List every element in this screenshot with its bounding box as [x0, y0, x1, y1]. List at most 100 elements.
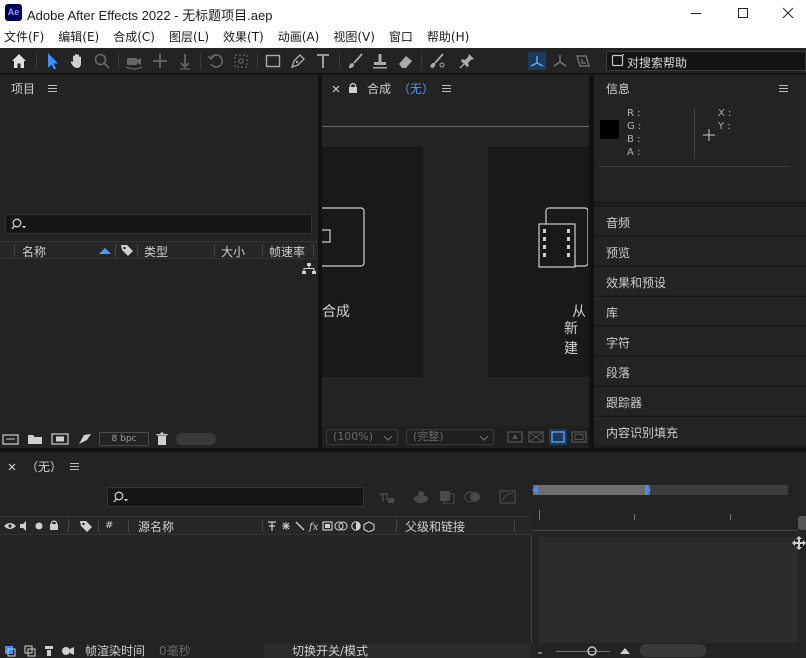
eraser-tool[interactable]: [395, 51, 415, 71]
audio-panel-tab[interactable]: 音频: [594, 206, 806, 235]
tracker-panel-tab[interactable]: 跟踪器: [594, 386, 806, 415]
composition-menu-icon[interactable]: [442, 85, 451, 93]
panel-divider[interactable]: [318, 75, 322, 448]
puppet-pin-tool[interactable]: [457, 51, 477, 71]
menu-file[interactable]: 文件(F): [4, 26, 44, 48]
column-frame-rate[interactable]: 帧速率: [269, 243, 305, 260]
paragraph-panel-tab[interactable]: 段落: [594, 356, 806, 385]
timeline-horizontal-scrollbar[interactable]: [640, 644, 706, 657]
tab-underline: [322, 126, 589, 127]
rotation-tool[interactable]: [206, 51, 226, 71]
minimize-button[interactable]: [674, 0, 718, 26]
info-separator: [598, 166, 790, 167]
chevron-down-icon: [479, 435, 489, 441]
column-layer-number[interactable]: #: [105, 520, 113, 531]
character-panel-tab[interactable]: 字符: [594, 326, 806, 355]
search-help-label: 对搜索帮助: [627, 56, 688, 70]
effects-presets-panel-tab[interactable]: 效果和预设: [594, 266, 806, 295]
composition-tab-title[interactable]: 合成: [367, 80, 391, 97]
timeline-scrollbar-handle[interactable]: [798, 516, 806, 530]
selection-tool[interactable]: [42, 51, 62, 71]
pen-tool[interactable]: [288, 51, 308, 71]
magnification-dropdown[interactable]: (100%): [326, 429, 398, 445]
timeline-graph-area[interactable]: [539, 537, 798, 643]
world-axis-mode[interactable]: [550, 51, 570, 71]
project-menu-icon[interactable]: [48, 85, 57, 93]
project-search-input[interactable]: [5, 214, 312, 234]
toggle-switches-modes-button[interactable]: 切换开关/模式: [264, 643, 530, 658]
column-source-name[interactable]: 源名称: [138, 518, 174, 535]
type-tool[interactable]: [313, 51, 333, 71]
comp-mini-flowchart-icon: [379, 493, 394, 503]
dolly-camera-tool[interactable]: [175, 51, 195, 71]
column-size[interactable]: 大小: [221, 243, 245, 260]
menu-effect[interactable]: 效果(T): [223, 26, 264, 48]
timeline-footer: 帧渲染时间 0毫秒 切换开关/模式: [0, 643, 806, 658]
hand-tool[interactable]: [67, 51, 87, 71]
eye-visibility-icon: [4, 523, 16, 529]
info-y-label: Y :: [718, 121, 731, 132]
pan-camera-tool[interactable]: [150, 51, 170, 71]
rectangle-tool[interactable]: [263, 51, 283, 71]
roto-brush-tool[interactable]: [427, 51, 447, 71]
timeline-zoom-slider[interactable]: [556, 651, 610, 652]
timeline-menu-icon[interactable]: [70, 463, 79, 471]
column-separator: [137, 244, 138, 257]
trash-icon: [156, 432, 168, 445]
orbit-camera-tool[interactable]: [124, 51, 144, 71]
footage-film-icon: [538, 207, 588, 268]
menu-help[interactable]: 帮助(H): [427, 26, 469, 48]
menu-animation[interactable]: 动画(A): [278, 26, 320, 48]
toolbar-separator: [421, 53, 422, 69]
local-axis-mode[interactable]: [527, 51, 547, 71]
tracker-panel-label: 跟踪器: [606, 396, 643, 410]
timeline-panel: （无） # 源名称 fx 父级和链接 帧渲染时间 0毫秒 切换开关/模式: [0, 452, 806, 658]
toolbar-separator: [257, 53, 258, 69]
anchor-point-tool[interactable]: [231, 51, 251, 71]
column-type[interactable]: 类型: [144, 243, 168, 260]
time-navigator[interactable]: [532, 485, 788, 495]
toolbar-separator: [339, 53, 340, 69]
composition-viewer[interactable]: 合成 从 新建: [322, 129, 589, 426]
column-separator: [14, 244, 15, 257]
libraries-panel-tab[interactable]: 库: [594, 296, 806, 325]
project-panel-title: 项目: [11, 82, 36, 96]
menu-view[interactable]: 视图(V): [333, 26, 375, 48]
close-window-button[interactable]: [766, 0, 806, 26]
resolution-dropdown[interactable]: (完整): [406, 429, 494, 445]
home-button[interactable]: [9, 51, 29, 71]
panel-divider[interactable]: [0, 448, 806, 452]
brush-icon: [349, 53, 363, 69]
view-axis-mode[interactable]: [573, 51, 593, 71]
new-composition-card[interactable]: 合成: [322, 147, 423, 377]
menu-layer[interactable]: 图层(L): [169, 26, 209, 48]
time-navigator-range[interactable]: [533, 485, 650, 495]
zoom-tool[interactable]: [92, 51, 112, 71]
info-menu-icon[interactable]: [779, 85, 788, 93]
clone-stamp-tool[interactable]: [370, 51, 390, 71]
hand-icon: [70, 54, 81, 68]
new-from-footage-card[interactable]: 从 新建: [488, 147, 589, 377]
info-x-label: X :: [718, 108, 732, 119]
bit-depth-button[interactable]: 8 bpc: [99, 432, 149, 446]
menu-composition[interactable]: 合成(C): [113, 26, 155, 48]
graph-editor-icon: [499, 490, 516, 504]
tools-toolbar: 对搜索帮助: [0, 48, 806, 74]
column-parent-link[interactable]: 父级和链接: [405, 518, 465, 535]
column-name[interactable]: 名称: [22, 243, 46, 260]
timeline-search-input[interactable]: [107, 487, 364, 507]
panel-divider[interactable]: [589, 75, 594, 448]
preview-panel-tab[interactable]: 预览: [594, 236, 806, 265]
content-aware-fill-panel-tab[interactable]: 内容识别填充: [594, 416, 806, 445]
menu-window[interactable]: 窗口: [389, 26, 413, 48]
brush-tool[interactable]: [345, 51, 365, 71]
maximize-button[interactable]: [721, 0, 765, 26]
ruler-tick: [539, 510, 540, 520]
timeline-tab-title[interactable]: （无）: [26, 458, 62, 475]
search-help-field[interactable]: 对搜索帮助: [606, 51, 806, 71]
composition-tab-name[interactable]: （无）: [398, 80, 434, 97]
thumbnail-size-slider[interactable]: [176, 433, 216, 445]
menu-edit[interactable]: 编辑(E): [58, 26, 99, 48]
motion-blur-icon: [464, 491, 480, 503]
search-icon: [113, 491, 128, 503]
